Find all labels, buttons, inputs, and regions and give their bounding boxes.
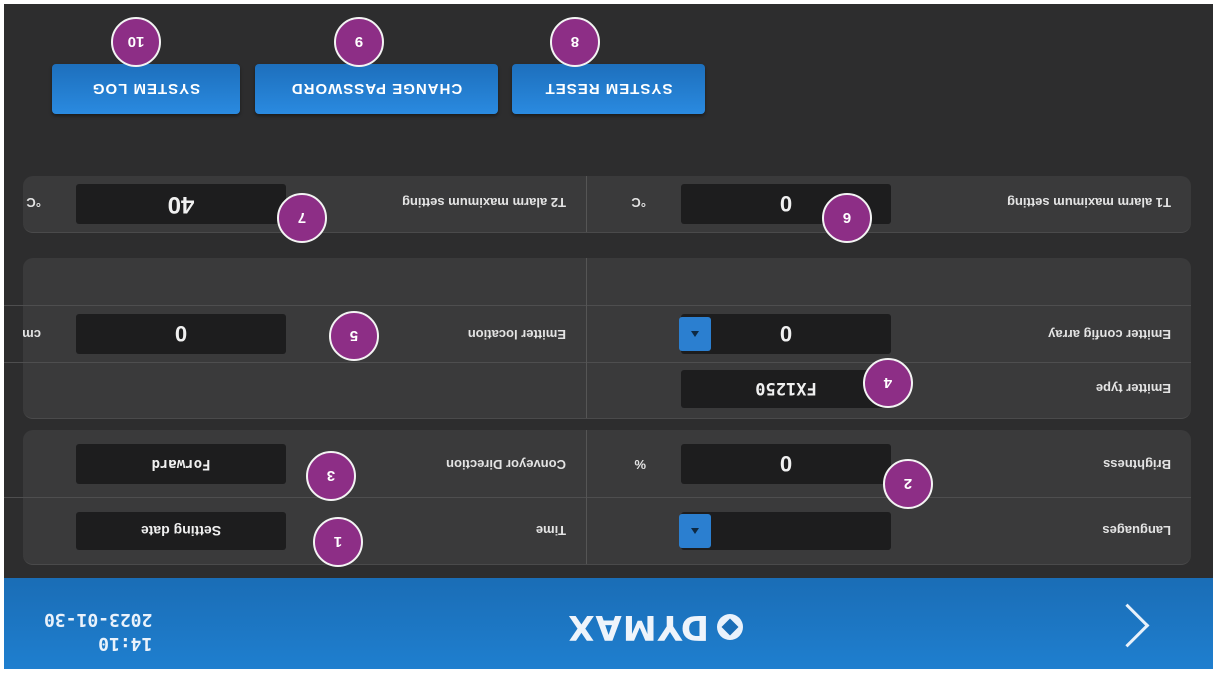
callout-badge-1: 1 [313,517,363,567]
change-password-button[interactable]: CHANGE PASSWORD [255,64,498,114]
header-bar: DYMAX 14:10 2023-01-30 [4,578,1213,669]
brightness-field[interactable]: 0 [681,444,891,484]
alarm-left-column: T1 alarm maximum setting 0 °C [587,176,1191,232]
divider [4,305,586,306]
callout-badge-9: 9 [334,17,384,67]
system-reset-button[interactable]: SYSTEM RESET [512,64,705,114]
emitter-type-label: Emitter type [1095,381,1171,396]
time-field[interactable]: Setting date [76,512,286,550]
languages-label: Languages [1102,523,1171,538]
callout-badge-2: 2 [883,459,933,509]
dymax-logo: DYMAX [567,607,743,647]
t2-alarm-label: T2 alarm maximum setting [402,195,566,210]
callout-badge-6: 6 [822,193,872,243]
brightness-unit: % [634,457,646,472]
logo-text: DYMAX [567,607,709,647]
clock-time: 14:10 [98,633,153,654]
emitter-right-column: Emitter location 0 cm [4,258,587,418]
t1-alarm-unit: °C [631,195,646,210]
clock: 14:10 2023-01-30 [44,607,152,655]
callout-badge-8: 8 [550,17,600,67]
callout-badge-10: 10 [111,17,161,67]
clock-date: 2023-01-30 [44,609,153,630]
emitter-location-label: Emitter location [467,327,566,342]
general-right-column: Time Setting date Conveyor Direction For… [4,430,587,564]
conveyor-direction-field[interactable]: Forward [76,444,286,484]
dymax-logo-mark-icon [717,614,743,640]
settings-screen: DYMAX 14:10 2023-01-30 Languages Brightn… [4,4,1213,669]
callout-badge-4: 4 [863,358,913,408]
t2-alarm-field[interactable]: 40 [76,184,286,224]
system-log-button[interactable]: SYSTEM LOG [52,64,240,114]
callout-badge-3: 3 [306,451,356,501]
emitter-location-field[interactable]: 0 [76,314,286,354]
callout-badge-7: 7 [277,193,327,243]
alarm-settings-panel: T1 alarm maximum setting 0 °C T2 alarm m… [4,176,1191,233]
divider [4,497,586,498]
emitter-type-field: FX1250 [681,370,891,408]
languages-select[interactable] [681,512,891,550]
emitter-settings-panel: Emitter type FX1250 Emitter config array… [4,258,1191,419]
emitter-config-label: Emitter config array [1048,327,1171,342]
divider [4,362,586,363]
emitter-config-dropdown-button[interactable] [679,317,711,351]
t2-alarm-unit: °C [26,195,41,210]
languages-dropdown-button[interactable] [679,514,711,548]
emitter-config-field[interactable]: 0 [681,314,891,354]
divider [587,305,1191,306]
conveyor-direction-label: Conveyor Direction [446,457,566,472]
t1-alarm-label: T1 alarm maximum setting [1007,195,1171,210]
forward-chevron-icon[interactable] [1105,603,1150,648]
general-settings-panel: Languages Brightness 0 % Time Setting da… [4,430,1191,565]
callout-badge-5: 5 [329,311,379,361]
emitter-location-unit: cm [22,327,41,342]
brightness-label: Brightness [1103,457,1171,472]
time-label: Time [535,523,566,538]
